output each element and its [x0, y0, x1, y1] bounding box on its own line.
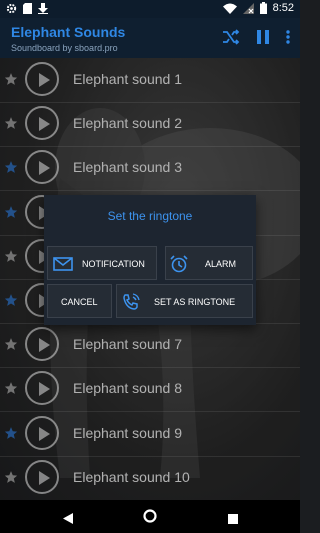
- app-title: Elephant Sounds: [11, 24, 126, 40]
- status-bar: 8:52: [0, 0, 300, 18]
- download-icon: [38, 3, 48, 14]
- wifi-icon: [222, 3, 237, 14]
- overflow-menu-icon[interactable]: [286, 30, 290, 44]
- status-time: 8:52: [272, 2, 294, 14]
- set-as-ringtone-label: SET AS RINGTONE: [154, 297, 236, 307]
- home-icon[interactable]: [143, 509, 157, 528]
- app-subtitle: Soundboard by sboard.pro: [11, 43, 118, 53]
- phone-ringing-icon: [123, 293, 140, 310]
- no-signal-icon: [242, 2, 254, 14]
- pause-icon[interactable]: [257, 30, 269, 44]
- alarm-clock-icon: [170, 255, 188, 273]
- dialog-title: Set the ringtone: [107, 209, 193, 223]
- shuffle-icon[interactable]: [222, 29, 240, 45]
- settings-icon: [6, 3, 17, 14]
- alarm-label: ALARM: [205, 259, 237, 269]
- ringtone-dialog: Set the ringtone NOTIFICATION ALARM CANC…: [44, 195, 256, 325]
- battery-icon: [259, 2, 267, 14]
- navigation-bar: [0, 500, 300, 533]
- cancel-button[interactable]: CANCEL: [47, 284, 112, 318]
- app-bar: Elephant Sounds Soundboard by sboard.pro: [0, 18, 300, 58]
- recents-icon[interactable]: [228, 511, 238, 529]
- notification-button[interactable]: NOTIFICATION: [47, 246, 157, 280]
- alarm-button[interactable]: ALARM: [165, 246, 253, 280]
- set-as-ringtone-button[interactable]: SET AS RINGTONE: [116, 284, 253, 318]
- back-icon[interactable]: [63, 511, 73, 529]
- cancel-label: CANCEL: [61, 297, 98, 307]
- envelope-icon: [53, 257, 73, 271]
- sd-card-icon: [23, 3, 32, 14]
- notification-label: NOTIFICATION: [82, 259, 145, 269]
